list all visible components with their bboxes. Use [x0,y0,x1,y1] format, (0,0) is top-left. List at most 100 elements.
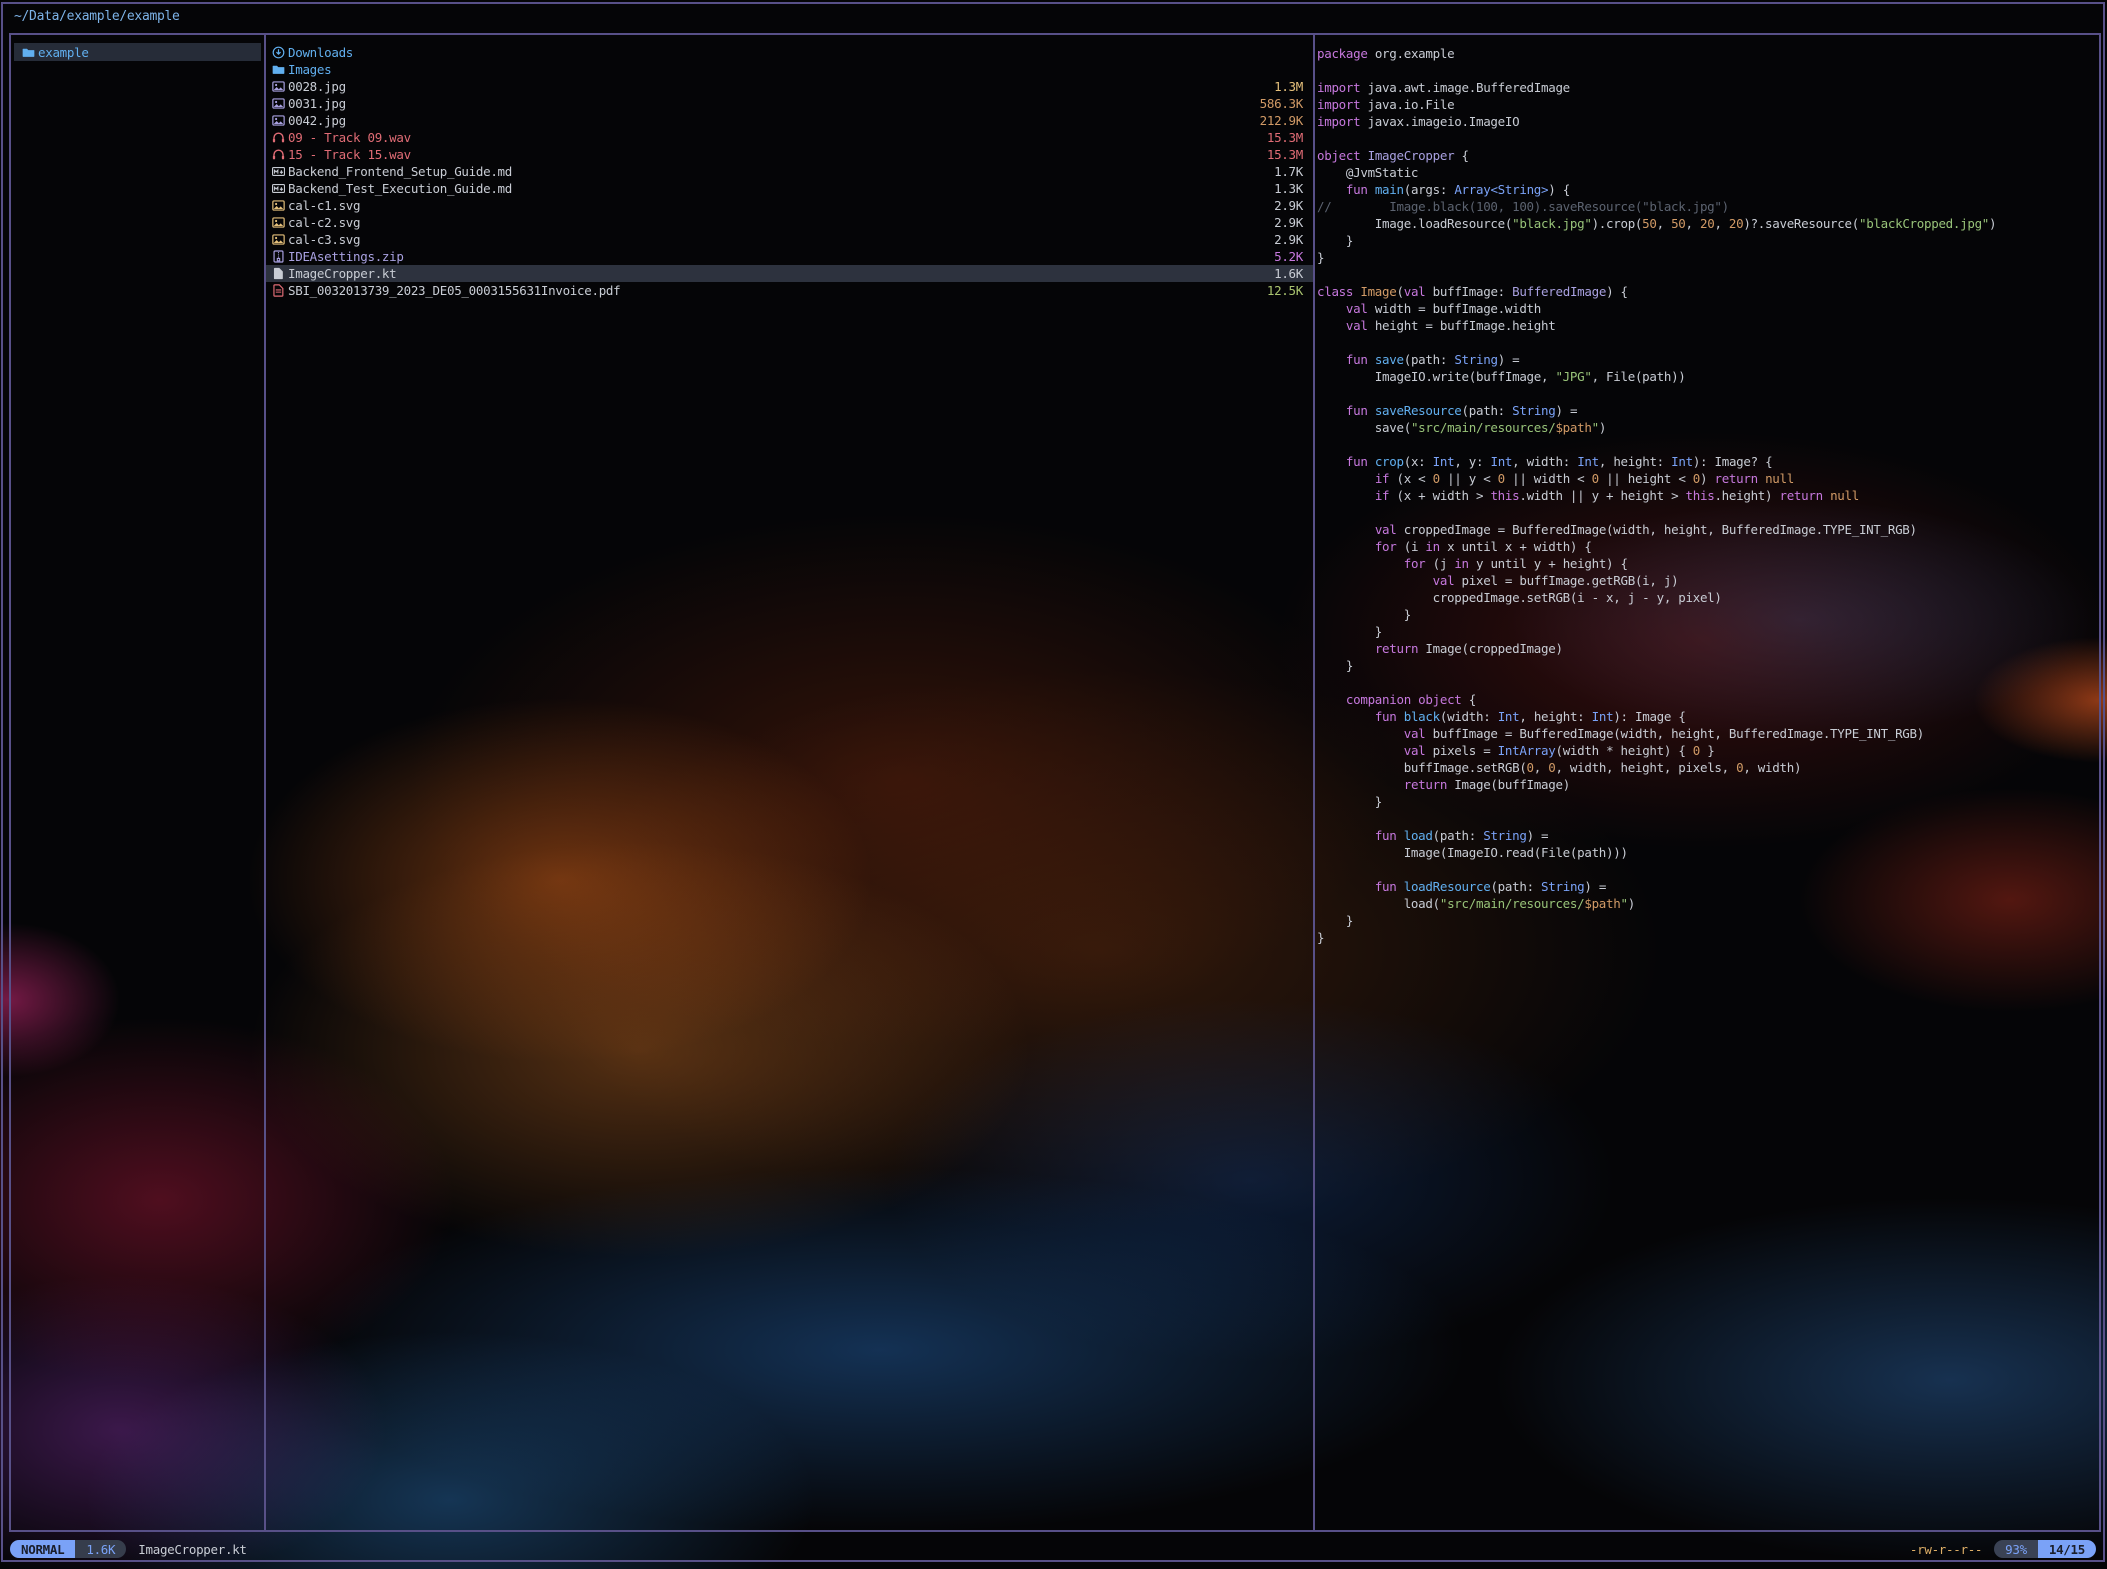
code-line [1317,334,2095,351]
zip-icon [272,250,288,263]
file-name: cal-c2.svg [288,214,360,231]
scroll-percent: 93% [1994,1540,2038,1558]
file-size: 15.3M [1267,129,1303,146]
status-bar: NORMAL 1.6K ImageCropper.kt -rw-r--r-- 9… [10,1540,2096,1558]
code-line: return Image(buffImage) [1317,776,2095,793]
file-name: 15 - Track 15.wav [288,146,411,163]
file-row[interactable]: 0028.jpg 1.3M [266,78,1313,95]
file-name: IDEAsettings.zip [288,248,404,265]
file-row[interactable]: 0031.jpg586.3K [266,95,1313,112]
preview-pane: package org.exampleimport java.awt.image… [1317,45,2095,1526]
folder-icon [22,46,38,59]
file-permissions: -rw-r--r-- [1910,1542,1982,1557]
code-line: val width = buffImage.width [1317,300,2095,317]
code-line: import java.io.File [1317,96,2095,113]
file-name: Images [288,61,331,78]
code-line: @JvmStatic [1317,164,2095,181]
file-row[interactable]: cal-c3.svg2.9K [266,231,1313,248]
file-name: Backend_Frontend_Setup_Guide.md [288,163,512,180]
cursor-position: 14/15 [2038,1540,2096,1558]
code-line: import java.awt.image.BufferedImage [1317,79,2095,96]
code-line: for (j in y until y + height) { [1317,555,2095,572]
code-line [1317,674,2095,691]
code-line [1317,62,2095,79]
file-row[interactable]: 15 - Track 15.wav15.3M [266,146,1313,163]
code-line: val croppedImage = BufferedImage(width, … [1317,521,2095,538]
code-line: save("src/main/resources/$path") [1317,419,2095,436]
path-bar: ~/Data/example/example [14,9,180,24]
file-row[interactable]: SBI_0032013739_2023_DE05_0003155631Invoi… [266,282,1313,299]
code-line: } [1317,793,2095,810]
file-size: 1.3M [1274,78,1303,95]
code-line: } [1317,249,2095,266]
code-line: object ImageCropper { [1317,147,2095,164]
status-file-size: 1.6K [75,1540,126,1558]
file-row[interactable]: 09 - Track 09.wav 15.3M [266,129,1313,146]
code-line: fun save(path: String) = [1317,351,2095,368]
code-line: val height = buffImage.height [1317,317,2095,334]
file-row[interactable]: IDEAsettings.zip5.2K [266,248,1313,265]
parent-pane: example [11,35,264,1530]
file-row[interactable]: Backend_Test_Execution_Guide.md 1.3K [266,180,1313,197]
status-file-name: ImageCropper.kt [138,1542,246,1557]
code-line: val pixels = IntArray(width * height) { … [1317,742,2095,759]
status-right: -rw-r--r-- 93% 14/15 [1910,1540,2096,1558]
file-row[interactable]: cal-c2.svg 2.9K [266,214,1313,231]
code-line: } [1317,623,2095,640]
file-row[interactable]: ImageCropper.kt1.6K [266,265,1313,282]
file-row[interactable]: cal-c1.svg2.9K [266,197,1313,214]
code-line: fun loadResource(path: String) = [1317,878,2095,895]
file-size: 2.9K [1274,214,1303,231]
file-name: Downloads [288,44,353,61]
file-name: 0028.jpg [288,78,346,95]
code-line: fun saveResource(path: String) = [1317,402,2095,419]
code-line: fun crop(x: Int, y: Int, width: Int, hei… [1317,453,2095,470]
pdf-icon [272,284,288,297]
file-row[interactable]: Downloads [266,44,1313,61]
code-line [1317,810,2095,827]
code-line: Image(ImageIO.read(File(path))) [1317,844,2095,861]
file-row[interactable]: 0042.jpg212.9K [266,112,1313,129]
image-icon [272,199,288,212]
folder-icon [272,63,288,76]
code-line: } [1317,232,2095,249]
file-name: ImageCropper.kt [288,265,396,282]
file-size: 1.7K [1274,163,1303,180]
code-line: Image.loadResource("black.jpg").crop(50,… [1317,215,2095,232]
file-name: cal-c3.svg [288,231,360,248]
file-size: 12.5K [1267,282,1303,299]
code-line: class Image(val buffImage: BufferedImage… [1317,283,2095,300]
file-icon [272,267,288,280]
code-line: val pixel = buffImage.getRGB(i, j) [1317,572,2095,589]
code-line [1317,504,2095,521]
file-name: Backend_Test_Execution_Guide.md [288,180,512,197]
image-icon [272,114,288,127]
file-size: 586.3K [1260,95,1303,112]
download-icon [272,46,288,59]
code-line: fun load(path: String) = [1317,827,2095,844]
code-line: } [1317,606,2095,623]
code-line [1317,266,2095,283]
file-list-pane: DownloadsImages0028.jpg 1.3M0031.jpg586.3… [266,35,1313,1530]
file-name: 09 - Track 09.wav [288,129,411,146]
file-size: 1.3K [1274,180,1303,197]
code-line: return Image(croppedImage) [1317,640,2095,657]
parent-dir-name: example [38,45,89,60]
code-line: val buffImage = BufferedImage(width, hei… [1317,725,2095,742]
file-row[interactable]: Images [266,61,1313,78]
pane-divider [1313,35,1315,1530]
image-icon [272,80,288,93]
code-line [1317,436,2095,453]
parent-dir-row[interactable]: example [14,43,261,61]
code-line: } [1317,929,2095,946]
code-line: } [1317,912,2095,929]
mode-pill: NORMAL 1.6K [10,1540,126,1558]
markdown-icon [272,165,288,178]
file-name: 0042.jpg [288,112,346,129]
image-icon [272,233,288,246]
mode-badge: NORMAL [10,1540,75,1558]
file-row[interactable]: Backend_Frontend_Setup_Guide.md 1.7K [266,163,1313,180]
audio-icon [272,131,288,144]
audio-icon [272,148,288,161]
panels-container: example DownloadsImages0028.jpg 1.3M0031.… [9,33,2101,1532]
